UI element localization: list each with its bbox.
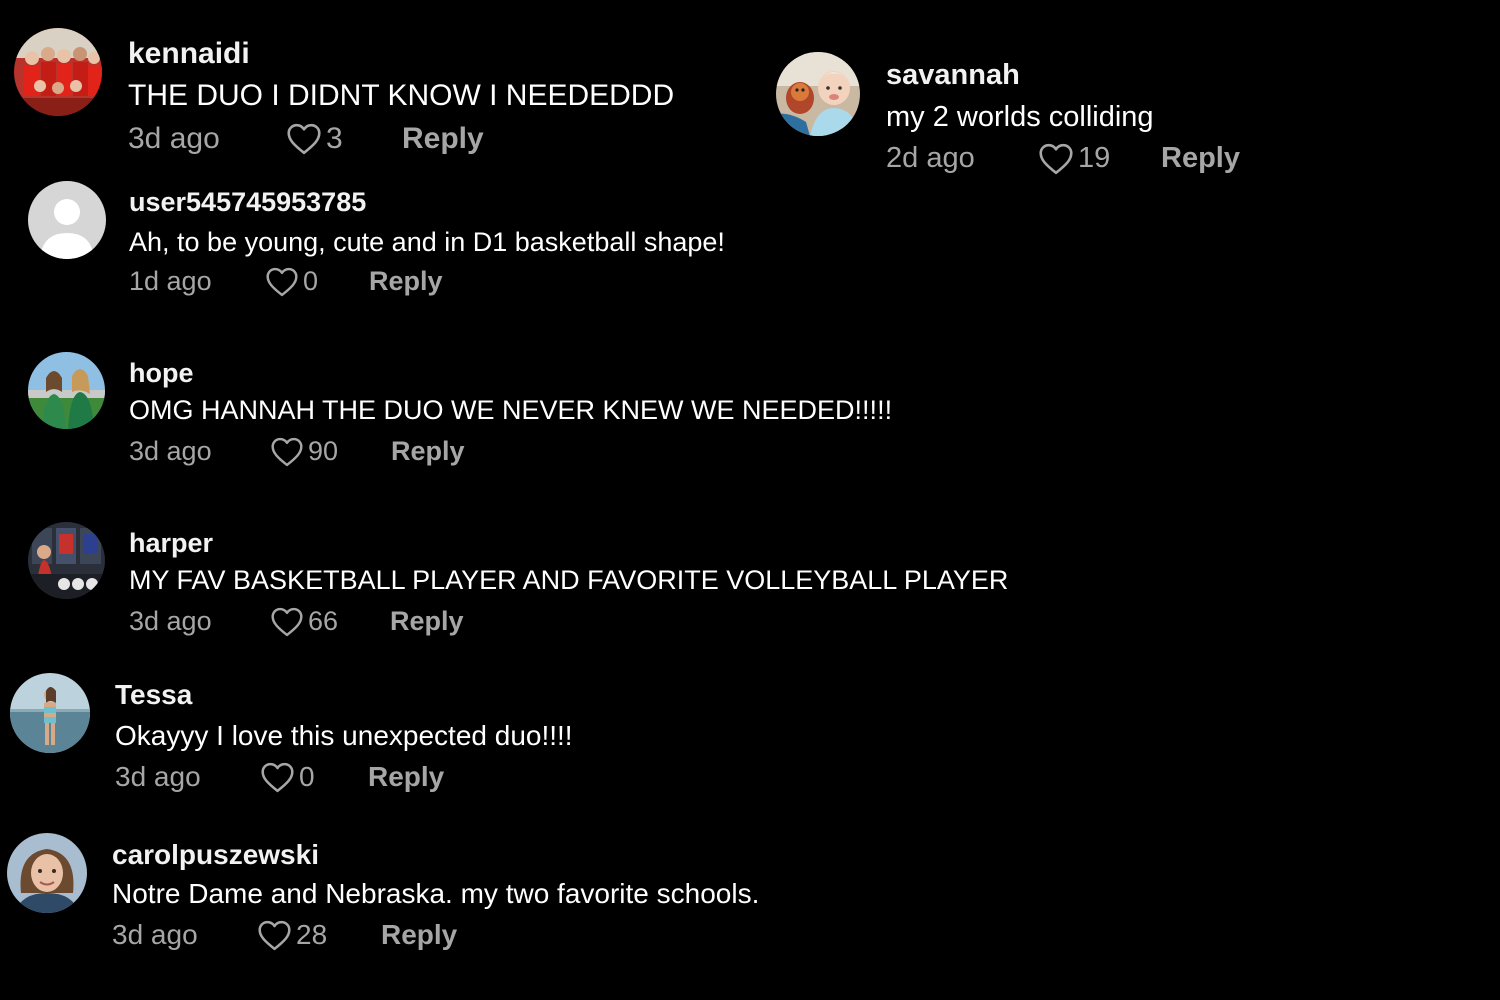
comment-text: Okayyy I love this unexpected duo!!!! bbox=[115, 720, 573, 751]
avatar[interactable] bbox=[10, 673, 90, 753]
comment-timestamp: 3d ago bbox=[128, 122, 220, 155]
reply-button[interactable]: Reply bbox=[402, 122, 484, 156]
like-count: 28 bbox=[296, 919, 328, 950]
baby-photo-avatar bbox=[776, 52, 860, 136]
locker-room-photo-avatar bbox=[28, 522, 105, 599]
comment-timestamp: 3d ago bbox=[129, 436, 212, 466]
avatar[interactable] bbox=[28, 522, 105, 599]
comment-text: my 2 worlds colliding bbox=[886, 101, 1154, 133]
comment-timestamp: 3d ago bbox=[129, 606, 212, 636]
comment-body: kennaidi THE DUO I DIDNT KNOW I NEEDEDDD… bbox=[128, 36, 674, 156]
portrait-photo-avatar bbox=[7, 833, 87, 913]
comment-meta: 1d ago 0 Reply bbox=[129, 266, 725, 297]
comment-body: carolpuszewski Notre Dame and Nebraska. … bbox=[112, 838, 759, 951]
reply-button[interactable]: Reply bbox=[1161, 142, 1240, 175]
reply-button[interactable]: Reply bbox=[391, 436, 465, 467]
comment-meta: 3d ago 0 Reply bbox=[115, 761, 573, 793]
comment-username[interactable]: harper bbox=[129, 527, 1008, 559]
like-button[interactable]: 0 bbox=[260, 761, 368, 793]
comment-timestamp: 3d ago bbox=[115, 761, 201, 792]
like-button[interactable]: 19 bbox=[1038, 142, 1161, 175]
like-button[interactable]: 3 bbox=[286, 122, 402, 156]
reply-button[interactable]: Reply bbox=[369, 266, 443, 297]
avatar[interactable] bbox=[7, 833, 87, 913]
comment-username[interactable]: kennaidi bbox=[128, 36, 674, 72]
heart-outline-icon bbox=[271, 437, 303, 466]
like-count: 0 bbox=[303, 266, 319, 296]
comment-text: OMG HANNAH THE DUO WE NEVER KNEW WE NEED… bbox=[129, 395, 893, 425]
comment-timestamp: 2d ago bbox=[886, 142, 975, 174]
comment-body: user545745953785 Ah, to be young, cute a… bbox=[129, 186, 725, 297]
comment-username[interactable]: savannah bbox=[886, 58, 1240, 92]
comment-meta: 2d ago 19 Reply bbox=[886, 142, 1240, 175]
like-count: 19 bbox=[1078, 142, 1111, 174]
comment-username[interactable]: carolpuszewski bbox=[112, 838, 759, 872]
comment-username[interactable]: Tessa bbox=[115, 678, 573, 712]
reply-button[interactable]: Reply bbox=[390, 606, 464, 637]
comment-meta: 3d ago 3 Reply bbox=[128, 122, 674, 156]
like-count: 90 bbox=[308, 436, 339, 466]
like-button[interactable]: 90 bbox=[270, 436, 391, 467]
comment-meta: 3d ago 90 Reply bbox=[129, 436, 892, 467]
comment-body: hope OMG HANNAH THE DUO WE NEVER KNEW WE… bbox=[129, 357, 892, 467]
like-button[interactable]: 0 bbox=[265, 266, 369, 297]
comment-text: Ah, to be young, cute and in D1 basketba… bbox=[129, 227, 725, 257]
team-photo-avatar bbox=[14, 28, 102, 116]
comment-timestamp: 1d ago bbox=[129, 266, 212, 296]
like-button[interactable]: 28 bbox=[257, 919, 381, 951]
heart-outline-icon bbox=[271, 607, 303, 636]
avatar[interactable] bbox=[28, 181, 106, 259]
comment-text: THE DUO I DIDNT KNOW I NEEDEDDD bbox=[128, 79, 675, 112]
like-button[interactable]: 66 bbox=[270, 606, 390, 637]
comment-username[interactable]: user545745953785 bbox=[129, 186, 725, 218]
heart-outline-icon bbox=[266, 267, 298, 296]
reply-button[interactable]: Reply bbox=[368, 761, 444, 793]
comment-username[interactable]: hope bbox=[129, 357, 892, 389]
beach-photo-avatar bbox=[10, 673, 90, 753]
comment-timestamp: 3d ago bbox=[112, 919, 198, 950]
comment-body: savannah my 2 worlds colliding 2d ago 19… bbox=[886, 58, 1240, 175]
comment-text: MY FAV BASKETBALL PLAYER AND FAVORITE VO… bbox=[129, 565, 1009, 595]
avatar[interactable] bbox=[14, 28, 102, 116]
like-count: 0 bbox=[299, 761, 315, 792]
friends-photo-avatar bbox=[28, 352, 105, 429]
heart-outline-icon bbox=[287, 123, 321, 155]
avatar[interactable] bbox=[776, 52, 860, 136]
heart-outline-icon bbox=[261, 762, 294, 792]
heart-outline-icon bbox=[1039, 143, 1073, 174]
comment-text: Notre Dame and Nebraska. my two favorite… bbox=[112, 878, 760, 909]
comment-body: Tessa Okayyy I love this unexpected duo!… bbox=[115, 678, 573, 793]
like-count: 66 bbox=[308, 606, 339, 636]
avatar[interactable] bbox=[28, 352, 105, 429]
comment-meta: 3d ago 28 Reply bbox=[112, 919, 759, 951]
comment-body: harper MY FAV BASKETBALL PLAYER AND FAVO… bbox=[129, 527, 1008, 637]
comment-meta: 3d ago 66 Reply bbox=[129, 606, 1008, 637]
heart-outline-icon bbox=[258, 920, 291, 950]
default-user-avatar bbox=[28, 181, 106, 259]
reply-button[interactable]: Reply bbox=[381, 919, 457, 951]
like-count: 3 bbox=[326, 122, 343, 155]
